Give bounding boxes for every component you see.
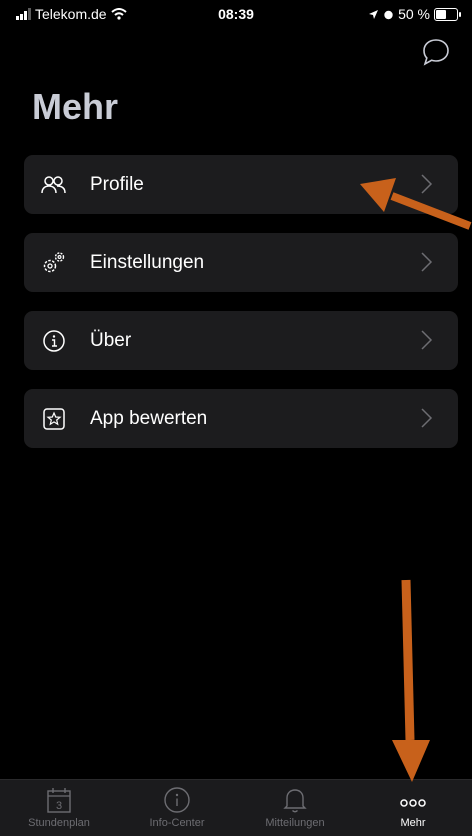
chevron-right-icon [421,330,433,350]
battery-icon [434,7,461,21]
menu-item-label: Über [90,329,132,351]
menu-item-rate-app[interactable]: App bewerten [24,389,458,448]
status-bar: Telekom.de 08:39 50 % [0,0,472,34]
menu-item-label: Profile [90,173,144,195]
calendar-badge: 3 [56,800,62,812]
menu-item-label: Einstellungen [90,251,205,273]
chevron-right-icon [421,174,433,194]
location-icon [369,9,379,19]
tab-label: Stundenplan [28,817,90,829]
menu-item-profile[interactable]: Profile [24,155,458,214]
menu-list: Profile Einstellungen Über App bewerten [24,155,458,467]
tab-stundenplan[interactable]: 3 Stundenplan [0,780,118,836]
info-icon [162,785,192,815]
alarm-icon [384,10,393,19]
chat-button[interactable] [420,36,452,68]
chevron-right-icon [421,408,433,428]
tab-mehr[interactable]: Mehr [354,780,472,836]
chevron-right-icon [421,252,433,272]
settings-gears-icon [40,249,68,277]
status-right: 50 % [368,6,461,22]
info-icon [40,327,68,355]
tab-bar: 3 Stundenplan Info-Center Mitteilungen M… [0,779,472,836]
bell-icon [280,785,310,815]
menu-item-about[interactable]: Über [24,311,458,370]
chat-bubble-icon [423,39,449,66]
tab-info-center[interactable]: Info-Center [118,780,236,836]
profiles-icon [40,171,68,199]
page-title: Mehr [32,86,119,127]
calendar-icon: 3 [44,785,74,815]
battery-percent: 50 % [398,6,430,22]
annotation-arrow-mehr [392,579,430,782]
tab-mitteilungen[interactable]: Mitteilungen [236,780,354,836]
tab-label: Info-Center [149,817,205,829]
tab-label: Mitteilungen [265,817,325,829]
menu-item-label: App bewerten [90,407,208,429]
more-dots-icon [398,785,428,815]
menu-item-settings[interactable]: Einstellungen [24,233,458,292]
rate-star-icon [40,405,68,433]
tab-label: Mehr [400,817,426,829]
